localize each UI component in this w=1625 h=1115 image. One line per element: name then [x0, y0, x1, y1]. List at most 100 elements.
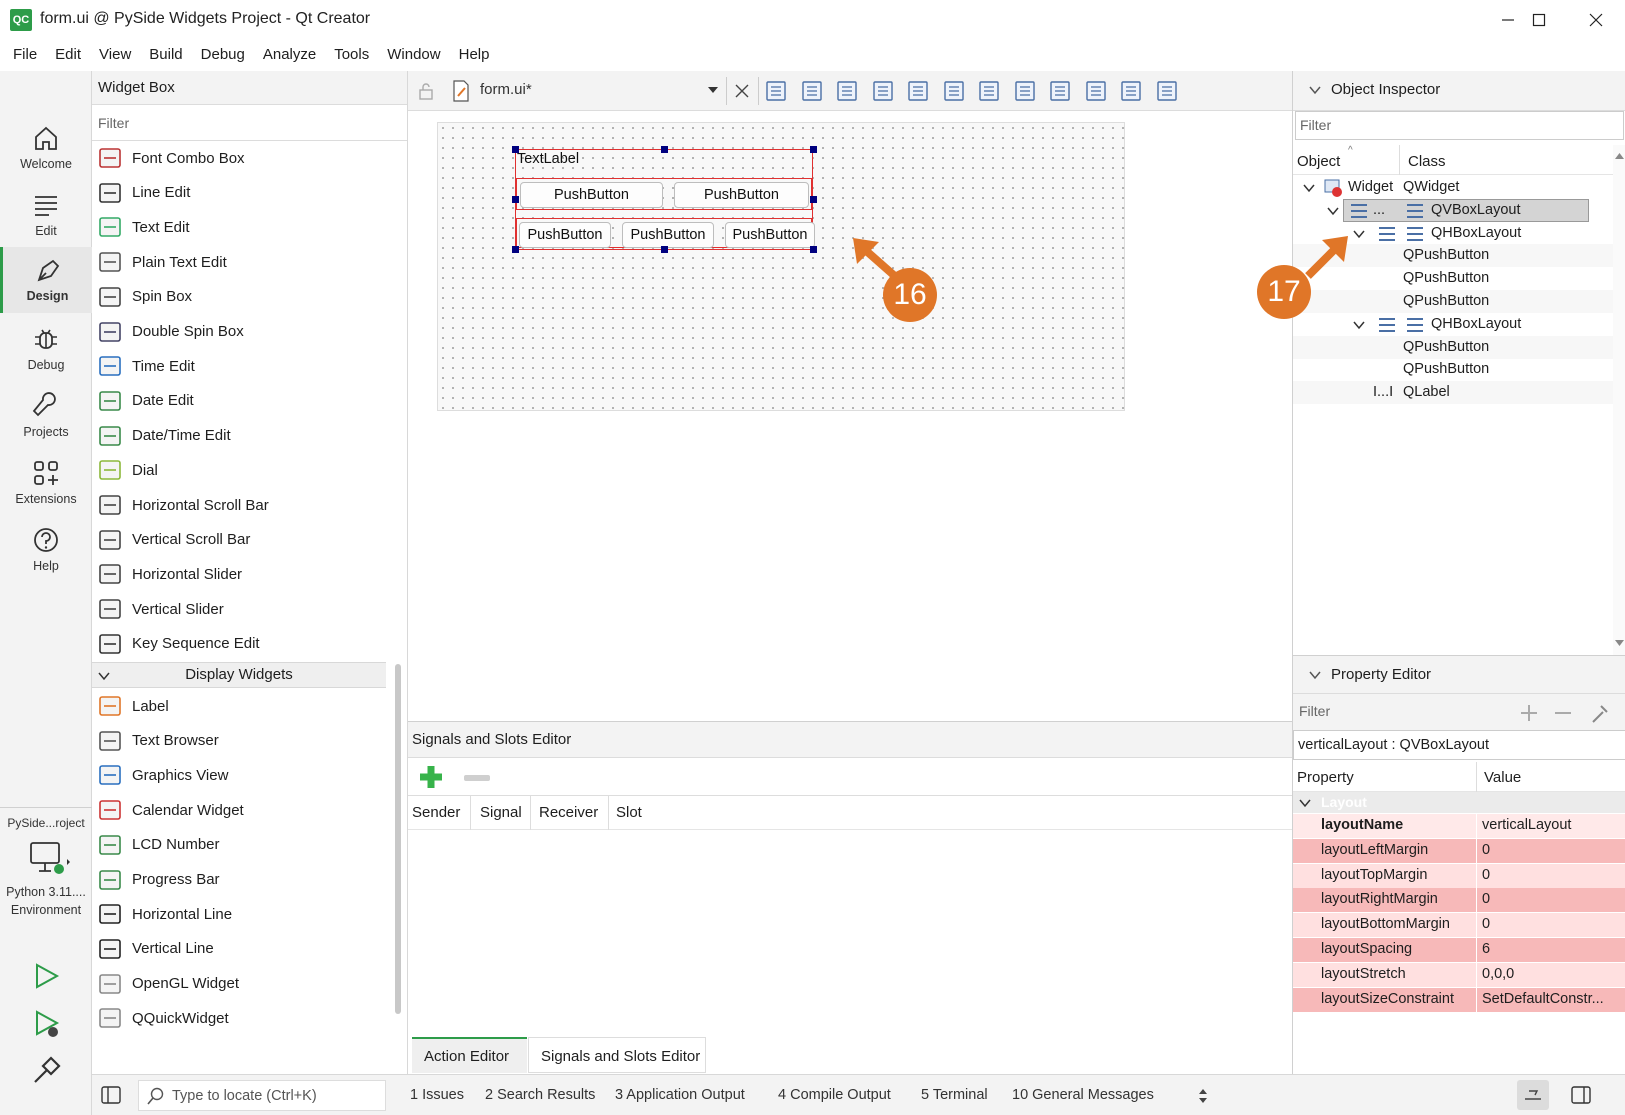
form-tool-icon[interactable] [800, 79, 824, 103]
resize-handle[interactable] [810, 196, 817, 203]
form-tool-icon[interactable] [871, 79, 895, 103]
form-tool-icon[interactable] [1048, 79, 1072, 103]
widget-item[interactable]: QQuickWidget [98, 1001, 229, 1035]
col-object[interactable]: Object [1297, 153, 1340, 170]
form-tool-icon[interactable] [1013, 79, 1037, 103]
form-tool-icon[interactable] [906, 79, 930, 103]
property-value[interactable]: 6 [1482, 941, 1622, 957]
mode-edit[interactable]: Edit [0, 182, 92, 248]
property-row[interactable]: layoutStretch 0,0,0 [1293, 962, 1625, 988]
object-tree-scrollbar[interactable] [1613, 145, 1625, 655]
more-panes-icon[interactable] [1198, 1088, 1208, 1104]
widget-item[interactable]: OpenGL Widget [98, 967, 239, 1001]
menu-tools[interactable]: Tools [325, 39, 378, 71]
remove-connection-icon[interactable] [464, 774, 490, 782]
tab-signals-slots[interactable]: Signals and Slots Editor [528, 1037, 706, 1073]
menu-build[interactable]: Build [140, 39, 191, 71]
property-value[interactable]: 0 [1482, 891, 1622, 907]
widget-category-display[interactable]: Display Widgets [92, 662, 386, 688]
property-value[interactable]: SetDefaultConstr... [1482, 991, 1622, 1007]
form-tool-icon[interactable] [1119, 79, 1143, 103]
right-sidebar-icon[interactable] [1570, 1085, 1592, 1105]
pane-search-results[interactable]: 2 Search Results [485, 1087, 595, 1103]
form-tool-icon[interactable] [1155, 79, 1179, 103]
form-tool-icon[interactable] [835, 79, 859, 103]
col-property[interactable]: Property [1297, 769, 1354, 786]
resize-handle[interactable] [810, 246, 817, 253]
mode-design[interactable]: Design [0, 247, 92, 313]
col-receiver[interactable]: Receiver [539, 804, 598, 821]
menu-window[interactable]: Window [378, 39, 449, 71]
object-tree-row[interactable]: ... QVBoxLayout [1293, 198, 1613, 222]
pane-issues[interactable]: 1 Issues [410, 1087, 464, 1103]
locator-input[interactable]: Type to locate (Ctrl+K) [138, 1080, 386, 1111]
form-canvas[interactable]: TextLabel PushButton PushButton PushButt… [437, 122, 1125, 411]
widget-list-scrollbar[interactable] [395, 664, 401, 1014]
widget-item[interactable]: Double Spin Box [98, 315, 244, 349]
widget-item[interactable]: Text Browser [98, 724, 219, 758]
kit-selector[interactable] [29, 841, 71, 881]
mode-debug[interactable]: Debug [0, 316, 92, 382]
resize-handle[interactable] [512, 246, 519, 253]
widget-item[interactable]: Vertical Scroll Bar [98, 523, 250, 557]
resize-handle[interactable] [661, 146, 668, 153]
col-slot[interactable]: Slot [616, 804, 642, 821]
add-property-icon[interactable] [1519, 703, 1539, 723]
widget-item[interactable]: Line Edit [98, 176, 190, 210]
property-value[interactable]: 0 [1482, 916, 1622, 932]
mode-welcome[interactable]: Welcome [0, 115, 92, 181]
mode-help[interactable]: Help [0, 517, 92, 583]
menu-edit[interactable]: Edit [46, 39, 90, 71]
widget-item[interactable]: Date Edit [98, 384, 194, 418]
resize-handle[interactable] [661, 246, 668, 253]
property-row[interactable]: layoutName verticalLayout [1293, 814, 1625, 839]
pane-general-messages[interactable]: 10 General Messages [1012, 1087, 1154, 1103]
mode-projects[interactable]: Projects [0, 383, 92, 449]
resize-handle[interactable] [810, 146, 817, 153]
form-text-label[interactable]: TextLabel [517, 151, 579, 167]
widget-item[interactable]: Text Edit [98, 210, 190, 244]
toggle-sidebar-icon[interactable] [100, 1085, 122, 1105]
push-button-4[interactable]: PushButton [622, 222, 714, 248]
pane-terminal[interactable]: 5 Terminal [921, 1087, 988, 1103]
tab-action-editor[interactable]: Action Editor [412, 1037, 527, 1073]
widget-item[interactable]: Date/Time Edit [98, 419, 231, 453]
push-button-5[interactable]: PushButton [725, 222, 815, 248]
property-value[interactable]: verticalLayout [1482, 817, 1622, 833]
debug-run-button[interactable] [31, 1008, 61, 1040]
menu-analyze[interactable]: Analyze [254, 39, 325, 71]
object-tree-row[interactable]: QPushButton [1293, 358, 1613, 381]
property-row[interactable]: layoutLeftMargin 0 [1293, 838, 1625, 864]
menu-view[interactable]: View [90, 39, 140, 71]
close-window-button[interactable] [1567, 0, 1625, 39]
property-row[interactable]: layoutSizeConstraint SetDefaultConstr... [1293, 987, 1625, 1013]
widget-item[interactable]: Horizontal Scroll Bar [98, 488, 269, 522]
property-row[interactable]: layoutTopMargin 0 [1293, 863, 1625, 889]
push-button-2[interactable]: PushButton [674, 182, 809, 208]
resize-handle[interactable] [512, 146, 519, 153]
open-file-name[interactable]: form.ui* [480, 81, 532, 98]
form-tool-icon[interactable] [1084, 79, 1108, 103]
widget-item[interactable]: LCD Number [98, 828, 220, 862]
pane-application-output[interactable]: 3 Application Output [615, 1087, 745, 1103]
menu-file[interactable]: File [4, 39, 46, 71]
col-class[interactable]: Class [1408, 153, 1446, 170]
object-tree-row[interactable]: QPushButton [1293, 335, 1613, 359]
property-filter-input[interactable]: Filter [1299, 703, 1330, 719]
property-group-layout[interactable]: Layout [1293, 792, 1625, 813]
form-tool-icon[interactable] [942, 79, 966, 103]
widget-item[interactable]: Vertical Line [98, 932, 214, 966]
close-document-icon[interactable] [734, 83, 750, 99]
object-tree-row[interactable]: Widget QWidget [1293, 176, 1613, 199]
widget-item[interactable]: Time Edit [98, 349, 195, 383]
property-row[interactable]: layoutSpacing 6 [1293, 938, 1625, 963]
widget-item[interactable]: Progress Bar [98, 863, 220, 897]
col-signal[interactable]: Signal [480, 804, 522, 821]
output-toggle-button[interactable] [1517, 1080, 1549, 1110]
object-tree-row[interactable]: I...I QLabel [1293, 381, 1613, 405]
object-tree-row[interactable]: QHBoxLayout [1293, 313, 1613, 336]
remove-property-icon[interactable] [1553, 703, 1573, 723]
col-value[interactable]: Value [1484, 769, 1521, 786]
form-tool-icon[interactable] [977, 79, 1001, 103]
widget-item[interactable]: Horizontal Line [98, 897, 232, 931]
